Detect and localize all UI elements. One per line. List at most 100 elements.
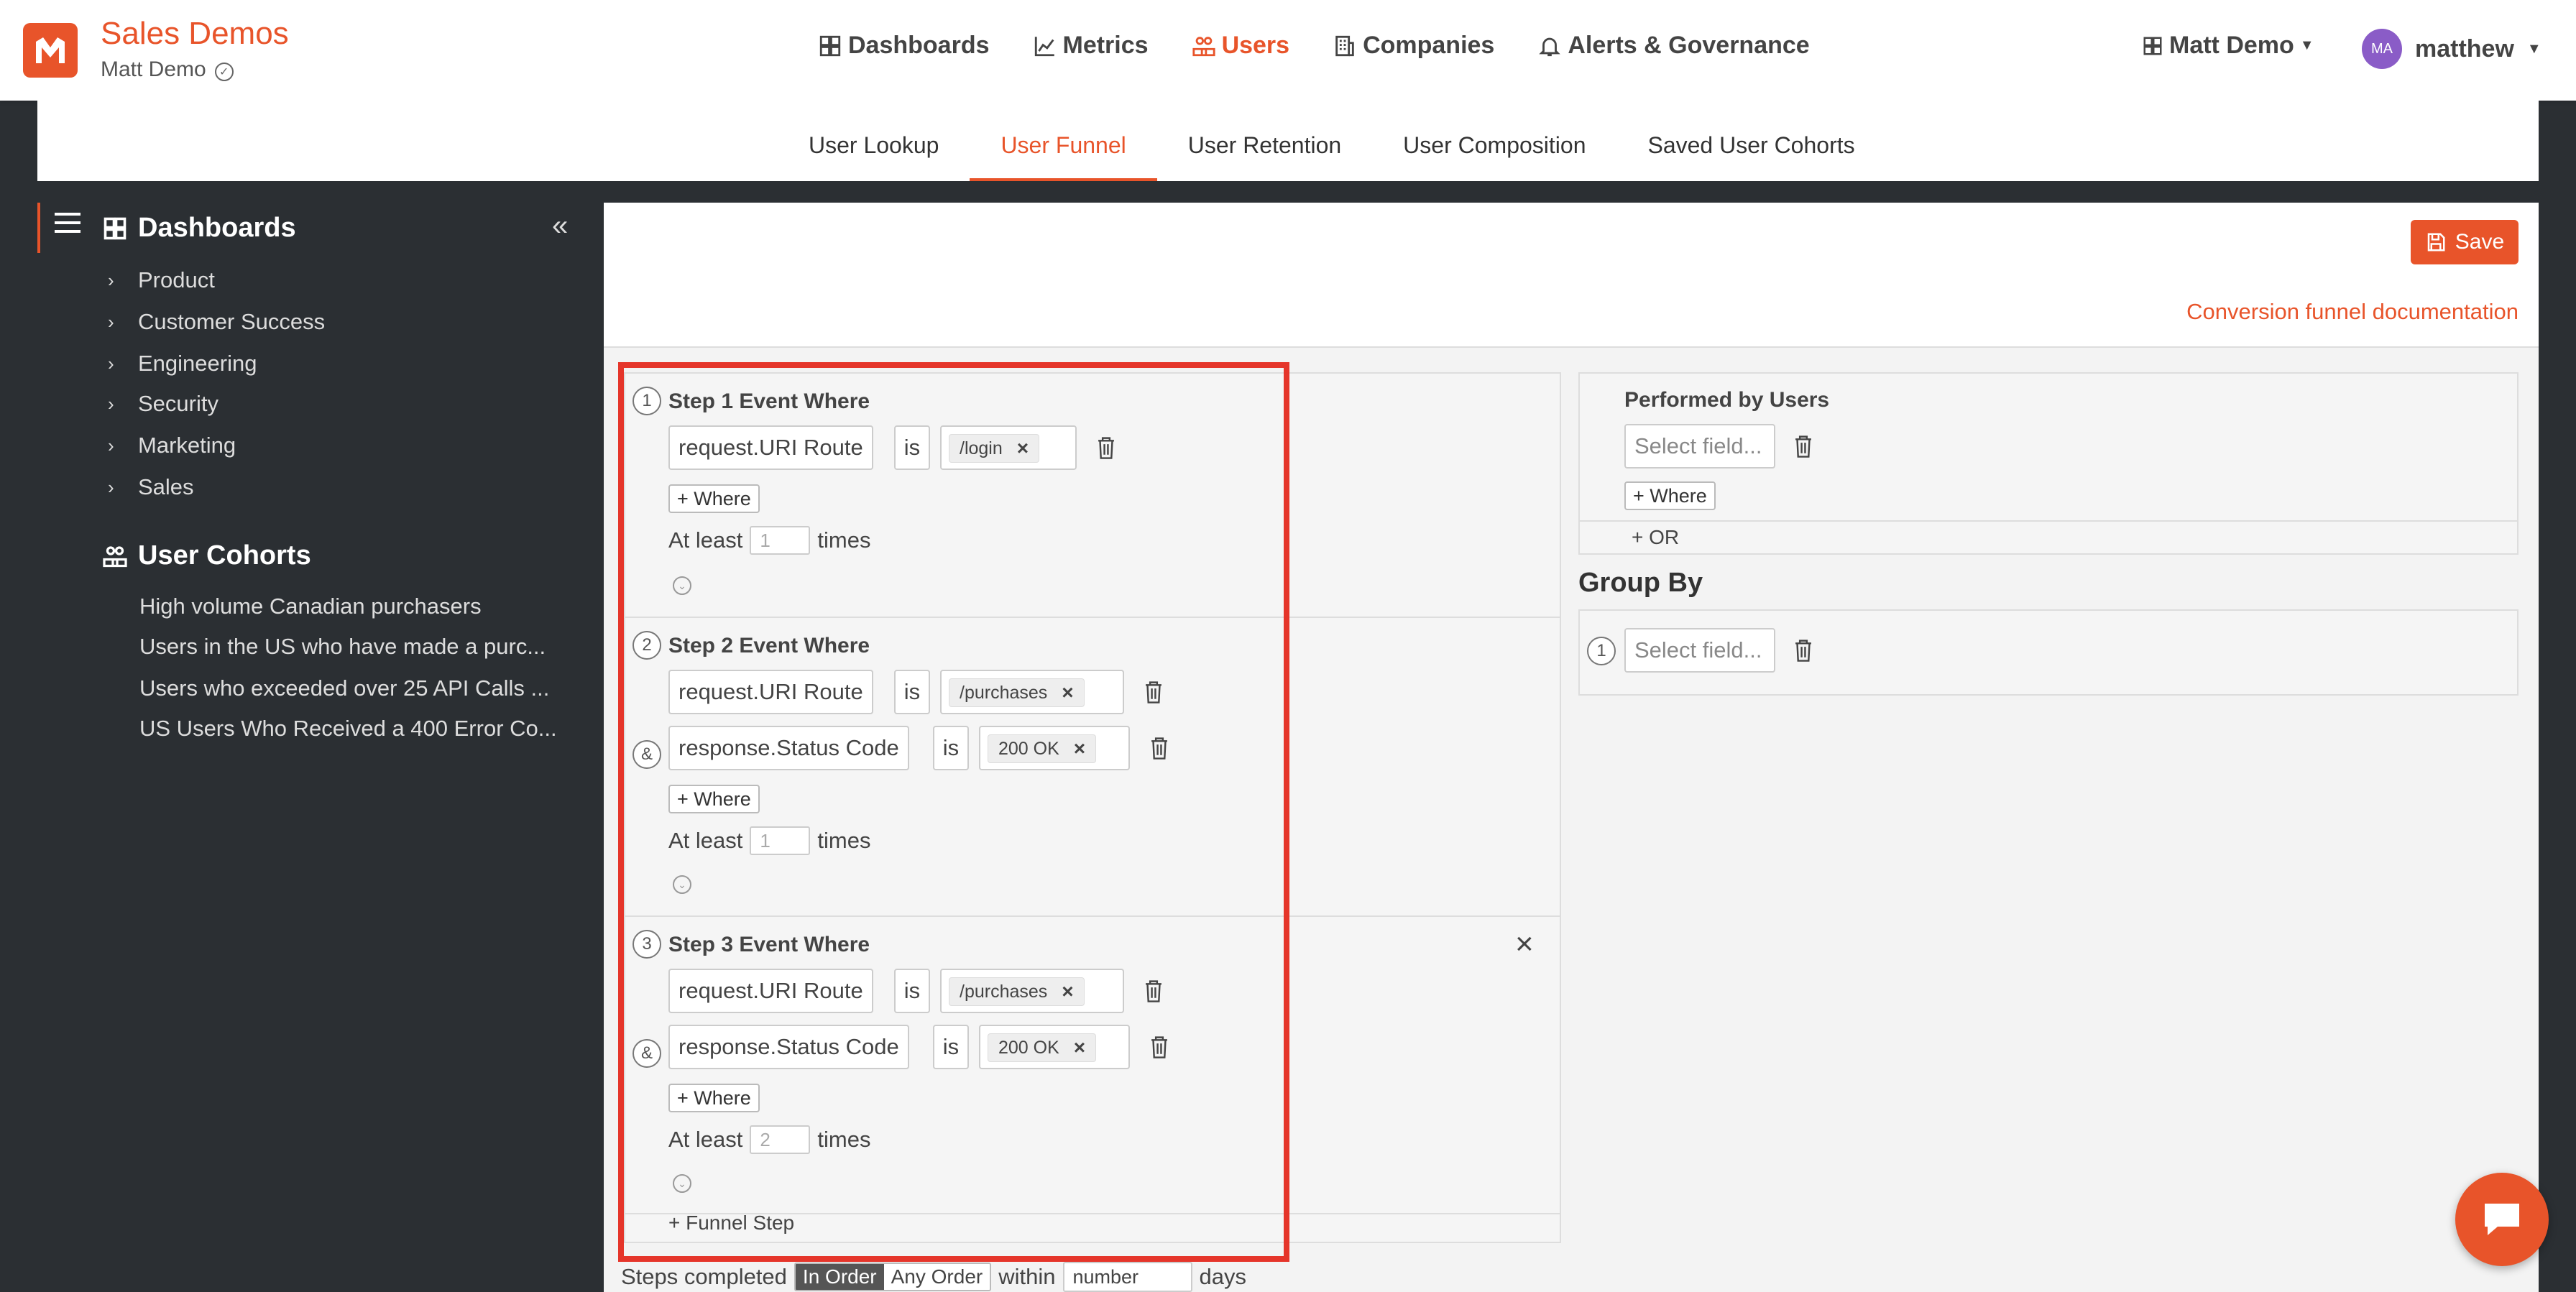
add-where-button[interactable]: + Where: [668, 484, 760, 513]
times-input[interactable]: 1: [750, 826, 811, 855]
remove-chip-icon[interactable]: ×: [1074, 1036, 1085, 1059]
caret-down-icon: ▼: [2526, 40, 2542, 57]
funnel-documentation-link[interactable]: Conversion funnel documentation: [2186, 299, 2518, 325]
times-input[interactable]: 2: [750, 1125, 811, 1154]
trash-icon[interactable]: [1143, 680, 1164, 704]
sidebar-cohort-item[interactable]: Users in the US who have made a purc...: [139, 634, 585, 660]
trash-icon[interactable]: [1149, 1035, 1170, 1059]
value-select[interactable]: /login ×: [940, 425, 1077, 470]
chevron-down-icon[interactable]: ⌄: [673, 576, 691, 595]
times-input[interactable]: 1: [750, 526, 811, 555]
value-select[interactable]: 200 OK ×: [979, 1025, 1130, 1069]
sidebar-item-customer-success[interactable]: › Customer Success: [108, 309, 325, 335]
days-input[interactable]: number: [1062, 1262, 1192, 1292]
sidebar-cohort-item[interactable]: Users who exceeded over 25 API Calls ...: [139, 675, 585, 701]
at-least-row: At least 1 times: [668, 826, 870, 855]
funnel-step: 1 Step 1 Event Where request.URI Route i…: [625, 374, 1560, 618]
tab-user-composition[interactable]: User Composition: [1372, 101, 1616, 181]
sidebar-item-label: Customer Success: [138, 309, 326, 334]
chevron-down-icon[interactable]: ⌄: [673, 1174, 691, 1193]
hamburger-menu-icon[interactable]: [55, 213, 80, 234]
add-where-button[interactable]: + Where: [668, 1084, 760, 1112]
sidebar-item-security[interactable]: › Security: [108, 391, 218, 417]
value-select[interactable]: /purchases ×: [940, 969, 1124, 1013]
remove-chip-icon[interactable]: ×: [1062, 980, 1073, 1003]
at-least-row: At least 1 times: [668, 526, 870, 555]
add-where-button[interactable]: + Where: [668, 785, 760, 813]
nav-companies[interactable]: Companies: [1333, 32, 1494, 60]
close-icon[interactable]: ×: [1515, 928, 1534, 960]
trash-icon[interactable]: [1793, 434, 1814, 458]
remove-chip-icon[interactable]: ×: [1017, 437, 1029, 460]
avatar: MA: [2362, 29, 2402, 69]
workspace-dropdown[interactable]: Matt Demo ▼: [2142, 32, 2314, 60]
value-chip: /login ×: [949, 434, 1040, 463]
chat-bubble-icon[interactable]: [2455, 1173, 2549, 1266]
nav-alerts[interactable]: Alerts & Governance: [1537, 32, 1810, 60]
nav-users[interactable]: Users: [1192, 32, 1289, 60]
sidebar-heading-user-cohorts[interactable]: User Cohorts: [102, 540, 311, 571]
tab-user-funnel[interactable]: User Funnel: [970, 101, 1158, 181]
add-or-button[interactable]: + OR: [1580, 520, 2517, 553]
value-select[interactable]: 200 OK ×: [979, 726, 1130, 770]
operator-select[interactable]: is: [933, 726, 969, 770]
trash-icon[interactable]: [1793, 638, 1814, 663]
collapse-sidebar-icon[interactable]: «: [552, 210, 568, 242]
sidebar-item-label: Marketing: [138, 433, 236, 458]
app-title[interactable]: Sales Demos: [101, 16, 289, 52]
sidebar-item-sales[interactable]: › Sales: [108, 474, 194, 500]
save-button[interactable]: Save: [2411, 220, 2518, 264]
event-field-select[interactable]: response.Status Code: [668, 1025, 909, 1069]
event-field-select[interactable]: request.URI Route: [668, 969, 873, 1013]
operator-select[interactable]: is: [933, 1025, 969, 1069]
and-connector: &: [632, 740, 661, 769]
sidebar-heading-dashboards[interactable]: Dashboards: [102, 213, 296, 244]
any-order-option[interactable]: Any Order: [883, 1264, 990, 1290]
app-subtitle-text: Matt Demo: [101, 57, 206, 81]
step-number: 2: [632, 631, 661, 660]
chart-icon: [1034, 36, 1054, 56]
subtabs-bar: User Lookup User Funnel User Retention U…: [37, 101, 2539, 181]
sidebar-cohort-item[interactable]: US Users Who Received a 400 Error Co...: [139, 716, 585, 742]
performed-by-users-title: Performed by Users: [1624, 388, 1830, 412]
at-least-row: At least 2 times: [668, 1125, 870, 1154]
user-field-select[interactable]: Select field...: [1624, 424, 1775, 469]
tab-saved-user-cohorts[interactable]: Saved User Cohorts: [1616, 101, 1885, 181]
sidebar-item-label: Sales: [138, 474, 194, 499]
user-menu[interactable]: MA matthew ▼: [2362, 29, 2542, 69]
chevron-down-icon[interactable]: ⌄: [673, 875, 691, 894]
add-funnel-step-button[interactable]: + Funnel Step: [668, 1212, 794, 1235]
performed-by-users-panel: Performed by Users Select field... + Whe…: [1578, 372, 2518, 555]
value-chip: 200 OK ×: [988, 1033, 1097, 1062]
remove-chip-icon[interactable]: ×: [1074, 737, 1085, 760]
nav-dashboards-label: Dashboards: [848, 32, 990, 59]
sidebar-item-engineering[interactable]: › Engineering: [108, 351, 257, 377]
event-field-select[interactable]: response.Status Code: [668, 726, 909, 770]
trash-icon[interactable]: [1149, 736, 1170, 760]
nav-metrics[interactable]: Metrics: [1033, 32, 1149, 60]
sidebar-item-marketing[interactable]: › Marketing: [108, 433, 236, 458]
operator-select[interactable]: is: [894, 969, 930, 1013]
chevron-right-icon: ›: [108, 392, 114, 415]
sidebar-item-product[interactable]: › Product: [108, 267, 215, 293]
dashboard-icon: [819, 35, 841, 56]
trash-icon[interactable]: [1143, 979, 1164, 1003]
tab-user-retention[interactable]: User Retention: [1157, 101, 1372, 181]
event-field-select[interactable]: request.URI Route: [668, 425, 873, 470]
nav-dashboards[interactable]: Dashboards: [818, 32, 990, 60]
operator-select[interactable]: is: [894, 425, 930, 470]
in-order-option[interactable]: In Order: [795, 1264, 884, 1290]
event-field-select[interactable]: request.URI Route: [668, 670, 873, 714]
add-where-button[interactable]: + Where: [1624, 481, 1716, 510]
trash-icon[interactable]: [1095, 435, 1117, 460]
chip-label: 200 OK: [998, 738, 1059, 759]
value-select[interactable]: /purchases ×: [940, 670, 1124, 714]
remove-chip-icon[interactable]: ×: [1062, 681, 1073, 704]
app-subtitle[interactable]: Matt Demo ✓: [101, 57, 234, 82]
tab-user-lookup[interactable]: User Lookup: [778, 101, 970, 181]
group-by-field-select[interactable]: Select field...: [1624, 628, 1775, 673]
sidebar-cohort-item[interactable]: High volume Canadian purchasers: [139, 594, 585, 619]
app-logo-icon[interactable]: [23, 23, 78, 78]
top-navbar: Sales Demos Matt Demo ✓ Dashboards Metri…: [0, 0, 2576, 101]
operator-select[interactable]: is: [894, 670, 930, 714]
